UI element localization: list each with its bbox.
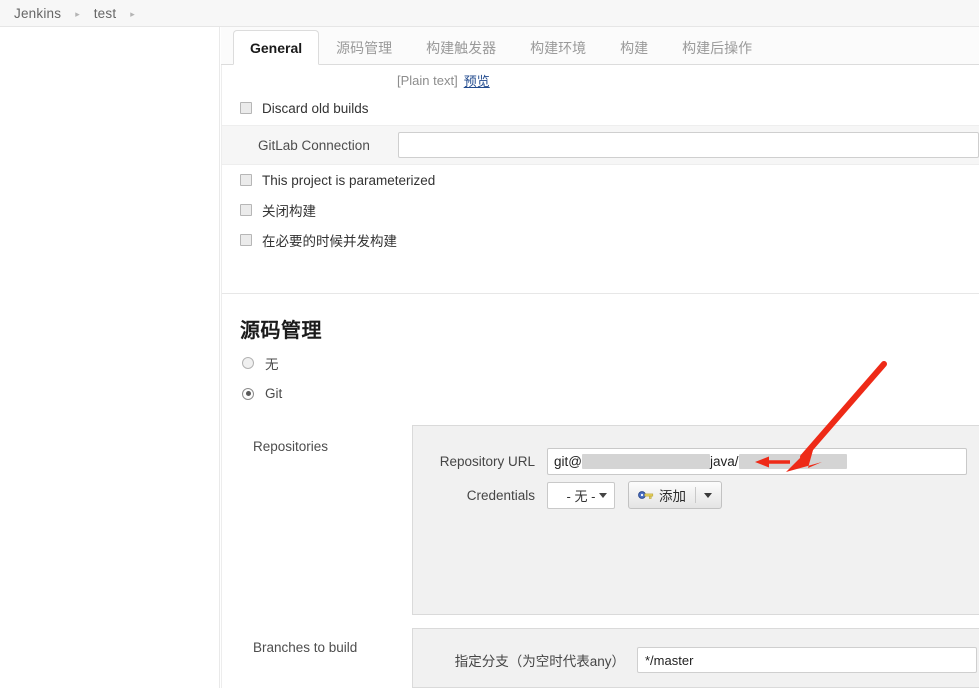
branch-spec-row: 指定分支（为空时代表any） — [413, 645, 979, 675]
disable-build-label[interactable]: 关闭构建 — [262, 200, 316, 220]
scm-option-none-row[interactable]: 无 — [222, 347, 979, 378]
scm-option-none-label[interactable]: 无 — [265, 353, 279, 373]
tab-build[interactable]: 构建 — [603, 30, 665, 64]
repository-url-prefix: git@ — [554, 453, 582, 469]
tab-post-build-actions[interactable]: 构建后操作 — [665, 30, 769, 64]
gitlab-connection-row: GitLab Connection — [222, 125, 979, 165]
disable-build-row[interactable]: 关闭构建 — [222, 195, 979, 225]
scm-radio-git[interactable] — [242, 387, 254, 400]
branches-card: 指定分支（为空时代表any） — [412, 628, 979, 688]
project-parameterized-checkbox[interactable] — [240, 174, 252, 186]
breadcrumb-separator-icon-2[interactable]: ▸ — [130, 9, 135, 20]
scm-section-heading: 源码管理 — [240, 320, 322, 342]
breadcrumb: Jenkins ▸ test ▸ — [0, 0, 979, 27]
tab-source-code-management[interactable]: 源码管理 — [319, 30, 409, 64]
concurrent-build-label[interactable]: 在必要的时候并发构建 — [262, 230, 397, 250]
concurrent-build-row[interactable]: 在必要的时候并发构建 — [222, 225, 979, 255]
credentials-row: Credentials - 无 - 添加 — [413, 478, 979, 512]
redaction-block-repo — [738, 453, 847, 469]
key-icon — [638, 491, 654, 499]
repositories-card: Repository URL git@ java/ Credentials - … — [412, 425, 979, 615]
config-form-panel: [Plain text] 预览 Discard old builds GitLa… — [221, 65, 979, 688]
breadcrumb-item-jenkins[interactable]: Jenkins — [14, 6, 61, 21]
credentials-select[interactable]: - 无 - — [547, 481, 615, 509]
disable-build-checkbox[interactable] — [240, 204, 252, 216]
chevron-down-icon — [599, 493, 607, 498]
repository-url-label: Repository URL — [439, 453, 535, 469]
gitlab-connection-label: GitLab Connection — [258, 137, 370, 153]
repository-url-input[interactable]: git@ java/ — [547, 447, 967, 475]
page-body: General 源码管理 构建触发器 构建环境 构建 构建后操作 [Plain … — [0, 27, 979, 688]
discard-old-builds-label[interactable]: Discard old builds — [262, 101, 369, 116]
credentials-label: Credentials — [466, 487, 535, 503]
discard-old-builds-checkbox[interactable] — [240, 102, 252, 114]
tab-build-triggers[interactable]: 构建触发器 — [409, 30, 513, 64]
project-parameterized-row[interactable]: This project is parameterized — [222, 165, 979, 195]
add-credentials-button[interactable]: 添加 — [628, 481, 722, 509]
scm-option-git-row[interactable]: Git — [222, 378, 979, 409]
concurrent-build-checkbox[interactable] — [240, 234, 252, 246]
plain-text-label: [Plain text] — [397, 72, 458, 88]
redaction-block-host — [581, 453, 710, 469]
preview-link[interactable]: 预览 — [464, 71, 490, 90]
branch-spec-label: 指定分支（为空时代表any） — [454, 654, 625, 669]
discard-old-builds-row[interactable]: Discard old builds — [222, 93, 979, 123]
gitlab-connection-input[interactable] — [398, 132, 979, 158]
config-tab-bar: General 源码管理 构建触发器 构建环境 构建 构建后操作 — [221, 27, 979, 65]
credentials-selected-value: - 无 - — [566, 488, 596, 504]
breadcrumb-separator-icon: ▸ — [75, 8, 80, 19]
jenkins-job-config-page: Jenkins ▸ test ▸ General 源码管理 构建触发器 构建环境… — [0, 0, 979, 688]
branches-to-build-label: Branches to build — [253, 640, 358, 655]
repository-url-middle: java/ — [709, 453, 739, 469]
repositories-block: Repositories Repository URL git@ java/ C… — [222, 425, 979, 615]
branches-block: Branches to build 指定分支（为空时代表any） — [222, 628, 979, 688]
chevron-down-icon-add[interactable] — [704, 492, 712, 498]
tab-build-environment[interactable]: 构建环境 — [513, 30, 603, 64]
breadcrumb-item-test[interactable]: test — [94, 6, 117, 21]
repositories-label: Repositories — [253, 439, 329, 454]
button-divider — [695, 487, 696, 503]
scm-option-git-label[interactable]: Git — [265, 386, 282, 401]
branch-spec-input[interactable] — [637, 647, 977, 673]
left-sidebar-pane — [0, 27, 220, 688]
add-credentials-label: 添加 — [659, 489, 686, 504]
scm-radio-none[interactable] — [242, 356, 254, 369]
project-parameterized-label[interactable]: This project is parameterized — [262, 173, 435, 188]
description-format-row: [Plain text] 预览 — [222, 67, 979, 93]
repository-url-row: Repository URL git@ java/ — [413, 444, 979, 478]
tab-general[interactable]: General — [233, 30, 320, 65]
